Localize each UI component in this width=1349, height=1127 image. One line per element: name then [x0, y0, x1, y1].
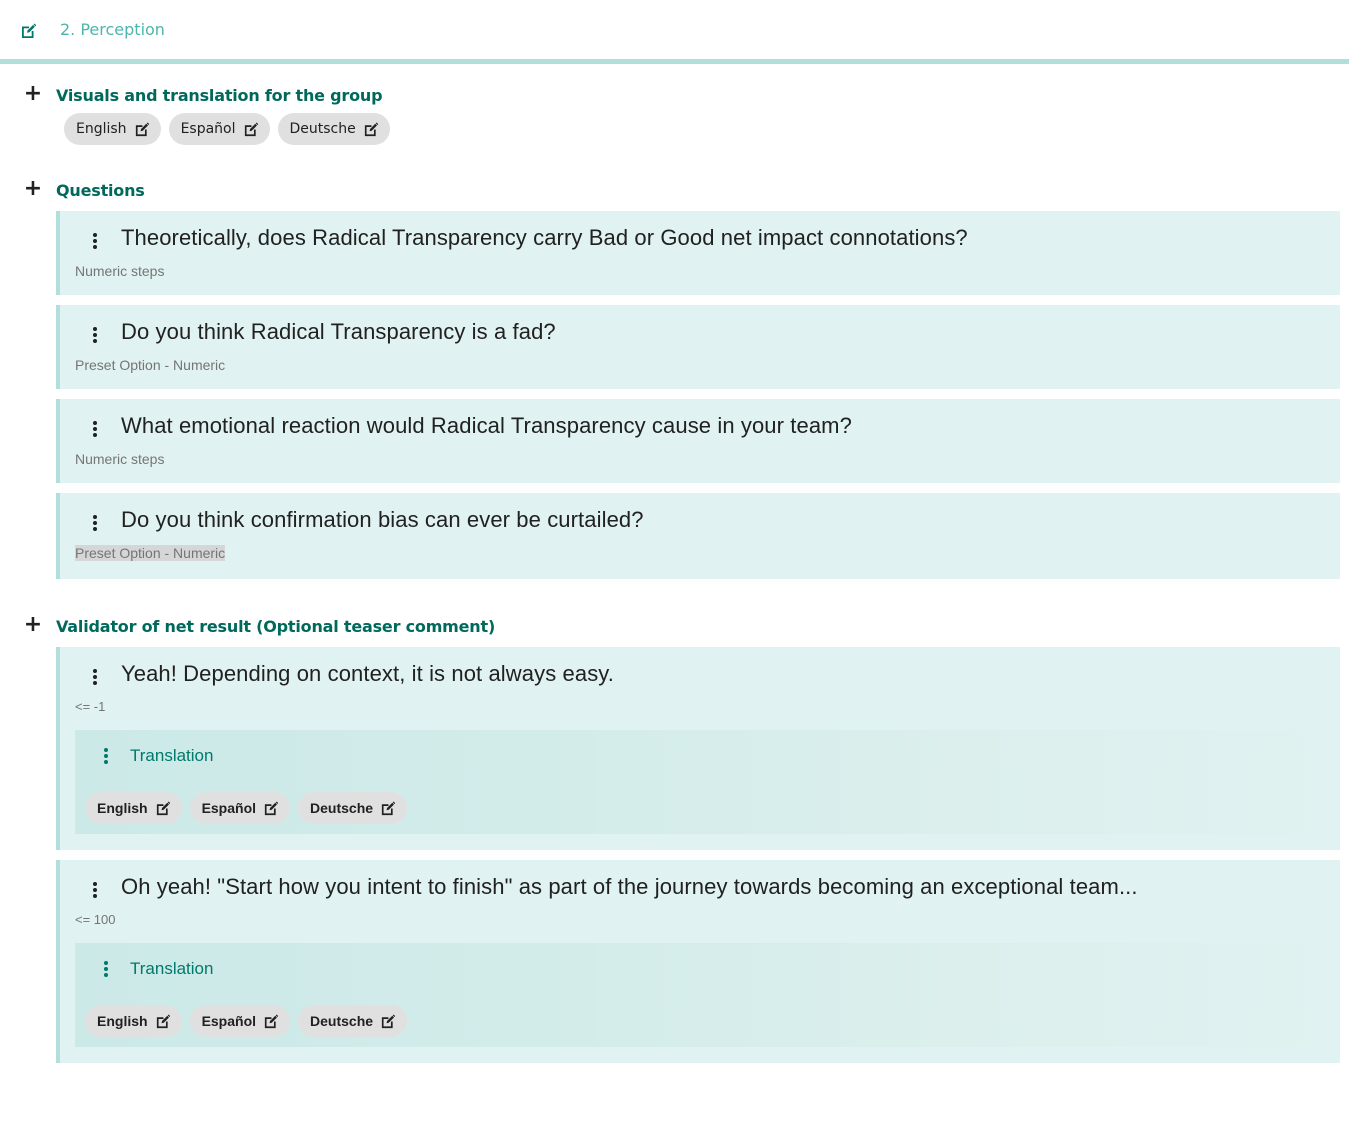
- question-card[interactable]: Theoretically, does Radical Transparency…: [56, 211, 1340, 295]
- page-title: 2. Perception: [60, 20, 165, 39]
- chip-label: English: [97, 1013, 148, 1029]
- expand-plus-icon[interactable]: +: [23, 614, 43, 636]
- chip-label: English: [76, 121, 127, 137]
- translation-title: Translation: [130, 746, 214, 765]
- edit-icon: [263, 1014, 278, 1029]
- question-type: Numeric steps: [75, 263, 165, 279]
- translation-panel: Translation English Español Deutsche: [75, 730, 1340, 834]
- more-vert-icon[interactable]: [90, 420, 100, 438]
- validator-section: + Validator of net result (Optional teas…: [0, 611, 1349, 1063]
- more-vert-icon[interactable]: [90, 668, 100, 686]
- language-chips: English Español Deutsche: [64, 113, 1349, 145]
- edit-icon: [243, 122, 258, 137]
- more-vert-icon[interactable]: [101, 960, 111, 978]
- expand-plus-icon[interactable]: +: [23, 83, 43, 105]
- language-chip-english[interactable]: English: [85, 792, 182, 824]
- validator-card[interactable]: Yeah! Depending on context, it is not al…: [56, 647, 1340, 850]
- edit-icon: [380, 1014, 395, 1029]
- visuals-section-header: + Visuals and translation for the group: [24, 80, 1349, 110]
- language-chip-english[interactable]: English: [85, 1005, 182, 1037]
- question-card[interactable]: Do you think Radical Transparency is a f…: [56, 305, 1340, 389]
- chip-label: Deutsche: [289, 121, 356, 137]
- translation-panel: Translation English Español Deutsche: [75, 943, 1340, 1047]
- edit-icon: [263, 801, 278, 816]
- language-chip-deutsche[interactable]: Deutsche: [277, 113, 390, 145]
- questions-section-header: + Questions: [24, 175, 1349, 205]
- chip-label: Deutsche: [310, 800, 374, 816]
- questions-section: + Questions Theoretically, does Radical …: [0, 175, 1349, 579]
- language-chips: English Español Deutsche: [85, 1005, 1340, 1037]
- section-title: Questions: [56, 180, 145, 200]
- more-vert-icon[interactable]: [90, 881, 100, 899]
- question-type: Preset Option - Numeric: [75, 357, 226, 373]
- language-chip-deutsche[interactable]: Deutsche: [298, 792, 408, 824]
- chip-label: Deutsche: [310, 1013, 374, 1029]
- language-chip-english[interactable]: English: [64, 113, 161, 145]
- question-type: Preset Option - Numeric: [75, 545, 226, 561]
- edit-icon: [363, 122, 378, 137]
- edit-icon: [380, 801, 395, 816]
- language-chip-deutsche[interactable]: Deutsche: [298, 1005, 408, 1037]
- translation-title: Translation: [130, 959, 214, 978]
- question-title: Theoretically, does Radical Transparency…: [121, 225, 968, 250]
- section-title: Validator of net result (Optional teaser…: [56, 616, 496, 636]
- edit-icon: [134, 122, 149, 137]
- validator-card[interactable]: Oh yeah! "Start how you intent to finish…: [56, 860, 1340, 1063]
- validator-condition: <= -1: [75, 699, 106, 714]
- question-type: Numeric steps: [75, 451, 165, 467]
- more-vert-icon[interactable]: [90, 232, 100, 250]
- question-card[interactable]: Do you think confirmation bias can ever …: [56, 493, 1340, 579]
- chip-label: Español: [201, 800, 257, 816]
- section-title: Visuals and translation for the group: [56, 85, 383, 105]
- language-chip-espanol[interactable]: Español: [168, 113, 270, 145]
- language-chip-espanol[interactable]: Español: [189, 792, 291, 824]
- expand-plus-icon[interactable]: +: [23, 178, 43, 200]
- question-title: What emotional reaction would Radical Tr…: [121, 413, 852, 438]
- more-vert-icon[interactable]: [90, 514, 100, 532]
- language-chips: English Español Deutsche: [85, 792, 1340, 824]
- visuals-section: + Visuals and translation for the group …: [0, 80, 1349, 145]
- question-card[interactable]: What emotional reaction would Radical Tr…: [56, 399, 1340, 483]
- more-vert-icon[interactable]: [90, 326, 100, 344]
- chip-label: English: [97, 800, 148, 816]
- language-chip-espanol[interactable]: Español: [189, 1005, 291, 1037]
- page-header: 2. Perception: [0, 0, 1349, 64]
- chip-label: Español: [180, 121, 236, 137]
- question-title: Do you think Radical Transparency is a f…: [121, 319, 556, 344]
- edit-icon: [155, 1014, 170, 1029]
- chip-label: Español: [201, 1013, 257, 1029]
- validator-condition: <= 100: [75, 912, 116, 927]
- question-title: Do you think confirmation bias can ever …: [121, 507, 644, 532]
- validator-message: Oh yeah! "Start how you intent to finish…: [121, 874, 1138, 899]
- validator-message: Yeah! Depending on context, it is not al…: [121, 661, 614, 686]
- more-vert-icon[interactable]: [101, 747, 111, 765]
- validator-section-header: + Validator of net result (Optional teas…: [24, 611, 1349, 641]
- edit-icon[interactable]: [20, 23, 36, 39]
- edit-icon: [155, 801, 170, 816]
